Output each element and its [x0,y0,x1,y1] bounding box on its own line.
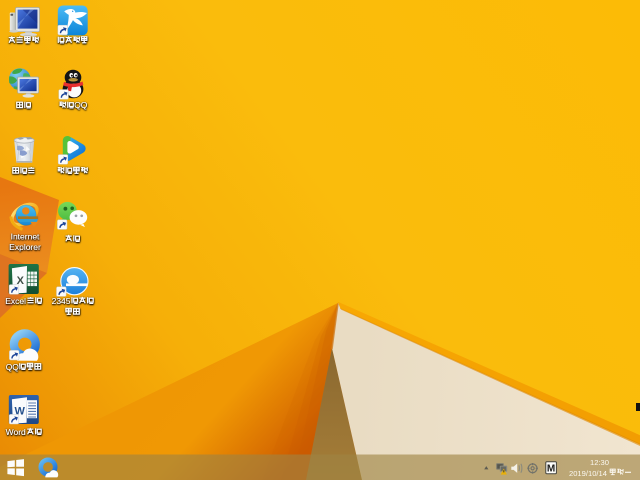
svg-text:Word: Word [6,427,26,437]
svg-text:Explorer: Explorer [9,242,41,252]
svg-text:M: M [547,464,555,475]
svg-text:Excel: Excel [5,296,26,306]
svg-text:QQ: QQ [6,362,20,372]
svg-text:2019/10/14: 2019/10/14 [569,469,607,478]
svg-text:2345: 2345 [52,296,71,306]
svg-text:12:30: 12:30 [590,458,609,467]
svg-text:Internet: Internet [11,232,40,242]
svg-text:QQ: QQ [74,100,88,110]
